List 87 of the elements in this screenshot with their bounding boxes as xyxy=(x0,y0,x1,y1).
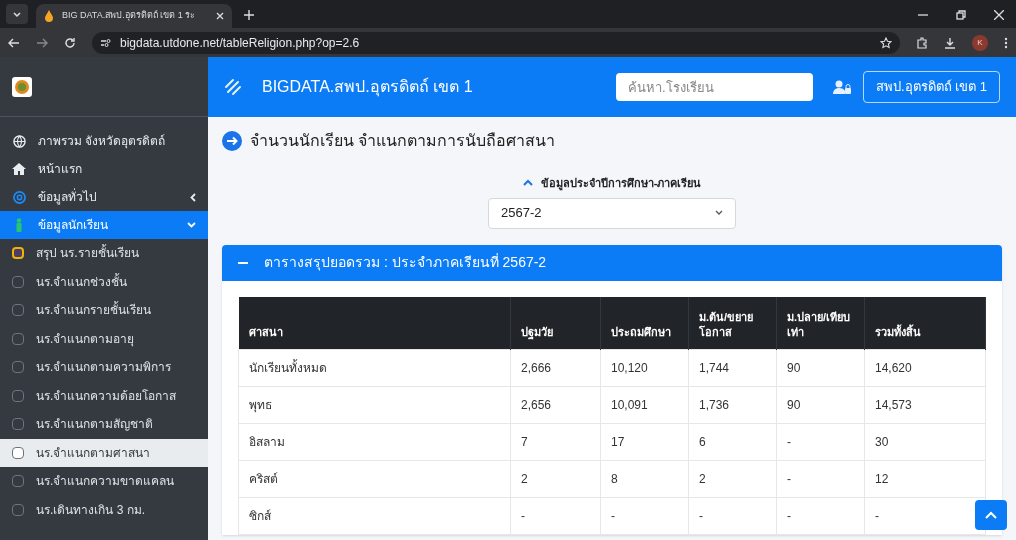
site-settings-icon[interactable] xyxy=(100,37,112,48)
new-tab-icon[interactable] xyxy=(244,10,254,20)
table-cell: อิสลาม xyxy=(238,423,511,461)
table-cell: 10,091 xyxy=(600,386,689,424)
page-title: จำนวนนักเรียน จำแนกตามการนับถือศาสนา xyxy=(250,131,556,151)
reload-icon[interactable] xyxy=(64,36,76,49)
profile-avatar[interactable]: K xyxy=(972,34,988,51)
term-select[interactable]: 2567-2 xyxy=(488,197,736,229)
chevron-down-icon xyxy=(187,222,196,228)
table-cell: 6 xyxy=(688,423,777,461)
table-cell: คริสต์ xyxy=(238,460,511,498)
sidebar-subitem[interactable]: นร.จำแนกตามอายุ xyxy=(0,324,208,353)
column-header: รวมทั้งสิ้น xyxy=(864,296,986,350)
search-field[interactable]: ค้นหา.โรงเรียน xyxy=(615,73,813,101)
table-cell: - xyxy=(600,497,689,535)
chevron-left-icon xyxy=(190,192,196,202)
table-cell: - xyxy=(776,423,865,461)
sidebar-subitem[interactable]: นร.จำแนกช่วงชั้น xyxy=(0,267,208,296)
table-cell: - xyxy=(510,497,601,535)
table-cell: ซิกส์ xyxy=(238,497,511,535)
table-cell: 12 xyxy=(864,460,986,498)
sidebar-subitem[interactable]: นร.จำแนกตามสัญชาติ xyxy=(0,410,208,439)
sidebar-subitem[interactable]: นร.เดินทางเกิน 3 กม. xyxy=(0,495,208,524)
close-icon[interactable] xyxy=(994,10,1004,20)
caret-up-icon[interactable] xyxy=(522,179,533,188)
close-icon[interactable] xyxy=(216,12,224,20)
globe-icon xyxy=(12,134,26,148)
table-cell: 8 xyxy=(600,460,689,498)
download-icon[interactable] xyxy=(944,36,956,49)
tab-title: BIG DATA.สพป.อุตรดิตถ์ เขต 1 ระ xyxy=(62,9,197,23)
table-cell: - xyxy=(776,460,865,498)
table-cell: 14,573 xyxy=(864,386,986,424)
sidebar-subitem[interactable]: นร.จำแนกความขาดแคลน xyxy=(0,467,208,496)
table-cell: 90 xyxy=(776,386,865,424)
table-cell: พุทธ xyxy=(238,386,511,424)
collapse-icon[interactable] xyxy=(238,261,248,264)
caret-up-icon xyxy=(985,511,997,519)
table-cell: 1,736 xyxy=(688,386,777,424)
table-cell: 2,666 xyxy=(510,349,601,387)
table-cell: 30 xyxy=(864,423,986,461)
sidebar-item[interactable]: ข้อมูลทั่วไป xyxy=(0,183,208,211)
column-header: ศาสนา xyxy=(238,296,511,350)
browser-tab[interactable]: BIG DATA.สพป.อุตรดิตถ์ เขต 1 ระ xyxy=(36,4,232,28)
account-button[interactable]: สพป.อุตรดิตถ์ เขต 1 xyxy=(862,71,1000,103)
table-cell: 17 xyxy=(600,423,689,461)
card-title: ตารางสรุปยอดรวม : ประจำภาคเรียนที่ 2567-2 xyxy=(264,252,547,273)
column-header: ปฐมวัย xyxy=(510,296,601,350)
arrow-circle-icon xyxy=(222,131,242,151)
table-cell: 2 xyxy=(510,460,601,498)
table-cell: 1,744 xyxy=(688,349,777,387)
caret-down-icon[interactable] xyxy=(715,210,723,216)
logo-icon[interactable] xyxy=(12,76,32,97)
sidebar-subitem[interactable]: สรุป นร.รายชั้นเรียน xyxy=(0,239,208,268)
table-cell: นักเรียนทั้งหมด xyxy=(238,349,511,387)
forward-icon[interactable] xyxy=(36,36,48,49)
sidebar-subitem[interactable]: นร.จำแนกความด้อยโอกาส xyxy=(0,381,208,410)
sidebar-item[interactable]: หน้าแรก xyxy=(0,155,208,183)
table-cell: 90 xyxy=(776,349,865,387)
sidebar-item[interactable]: ข้อมูลนักเรียน xyxy=(0,211,208,239)
site-title[interactable]: BIGDATA.สพป.อุตรดิตถ์ เขต 1 xyxy=(262,75,604,99)
sidebar-subitem[interactable]: นร.จำแนกตามความพิการ xyxy=(0,353,208,382)
extensions-icon[interactable] xyxy=(916,36,928,49)
table-cell: - xyxy=(776,497,865,535)
restore-icon[interactable] xyxy=(956,10,966,20)
column-header: ประถมศึกษา xyxy=(600,296,689,350)
table-cell: 2,656 xyxy=(510,386,601,424)
sidebar-subitem[interactable]: นร.จำแนกตามศาสนา xyxy=(0,438,208,467)
back-to-top-button[interactable] xyxy=(975,500,1007,530)
column-header: ม.ปลาย/เทียบ เท่า xyxy=(776,296,865,350)
url-text: bigdata.utdone.net/tableReligion.php?op=2.6 xyxy=(120,34,361,52)
bookmark-star-icon[interactable] xyxy=(880,36,892,49)
caret-down-icon xyxy=(12,9,22,19)
column-header: ม.ต้น/ขยาย โอกาส xyxy=(688,296,777,350)
filter-label: ข้อมูลประจำปีการศึกษา-ภาคเรียน xyxy=(540,176,702,192)
back-icon[interactable] xyxy=(8,36,20,49)
table-cell: 2 xyxy=(688,460,777,498)
tab-list-button[interactable] xyxy=(6,4,28,24)
address-bar[interactable]: bigdata.utdone.net/tableReligion.php?op=2.6 xyxy=(92,31,900,54)
menu-icon[interactable] xyxy=(1004,36,1008,49)
sidebar-item[interactable]: ภาพรวม จังหวัดอุตรดิตถ์ xyxy=(0,127,208,155)
table-cell: - xyxy=(688,497,777,535)
table-cell: 10,120 xyxy=(600,349,689,387)
table-cell: 14,620 xyxy=(864,349,986,387)
home-icon xyxy=(12,163,26,175)
sidebar-subitem[interactable]: นร.จำแนกรายชั้นเรียน xyxy=(0,296,208,325)
table-cell: 7 xyxy=(510,423,601,461)
user-lock-icon[interactable] xyxy=(832,80,851,94)
